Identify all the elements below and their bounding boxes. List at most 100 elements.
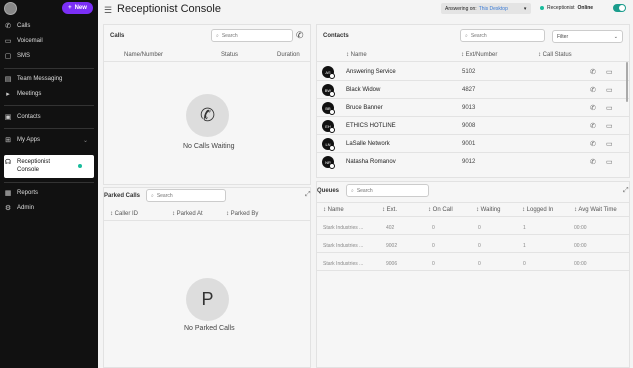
- header: ☰ Receptionist Console Answering on: Thi…: [98, 0, 633, 20]
- search-icon: ⌕: [465, 32, 468, 39]
- calls-search[interactable]: ⌕: [211, 29, 293, 42]
- col-waiting[interactable]: ↕ Waiting: [476, 207, 500, 213]
- phone-icon[interactable]: ✆: [590, 104, 596, 112]
- team-messaging-icon: ▤: [4, 76, 12, 83]
- col-duration[interactable]: Duration: [277, 52, 300, 58]
- parked-search[interactable]: ⌕: [146, 189, 226, 202]
- col-status[interactable]: Status: [221, 52, 238, 58]
- col-caller-id[interactable]: ↕ Caller ID: [110, 211, 138, 217]
- avatar: AS: [322, 66, 335, 79]
- chevron-down-icon: ▾: [523, 5, 527, 12]
- phone-icon[interactable]: ✆: [590, 158, 596, 166]
- message-icon[interactable]: ▭: [606, 158, 613, 166]
- contact-row[interactable]: AS Answering Service 5102 ✆ ▭: [318, 63, 628, 81]
- expand-icon[interactable]: ⤢: [305, 191, 311, 199]
- user-avatar[interactable]: [4, 2, 17, 15]
- calls-search-input[interactable]: [221, 32, 292, 39]
- sidebar: + New ✆ Calls ▭ Voicemail ▢ SMS ▤ Team Messag…: [0, 0, 98, 368]
- avatar: EH: [322, 120, 335, 133]
- parked-p-icon: P: [186, 278, 229, 321]
- sidebar-item-label: Receptionist Console: [17, 159, 51, 173]
- message-icon[interactable]: ▭: [606, 140, 613, 148]
- sidebar-item-admin[interactable]: ⚙ Admin: [4, 201, 94, 215]
- sidebar-item-team-messaging[interactable]: ▤ Team Messaging: [4, 72, 94, 86]
- contact-row[interactable]: NR Natasha Romanov 9012 ✆ ▭: [318, 153, 628, 171]
- no-calls-text: No Calls Waiting: [183, 143, 235, 150]
- phone-icon: ✆: [5, 23, 11, 30]
- video-icon: ▸: [6, 91, 10, 98]
- app-root: + New ✆ Calls ▭ Voicemail ▢ SMS ▤ Team Messag…: [0, 0, 633, 368]
- calls-title: Calls: [110, 33, 125, 39]
- col-on-call[interactable]: ↕ On Call: [428, 207, 453, 213]
- filter-dropdown[interactable]: Filter ⌄: [552, 30, 623, 43]
- col-queue-name[interactable]: ↕ Name: [323, 207, 344, 213]
- sidebar-divider: [4, 105, 94, 106]
- search-icon: ⌕: [151, 192, 154, 199]
- contacts-search[interactable]: ⌕: [460, 29, 545, 42]
- phone-icon[interactable]: ✆: [590, 68, 596, 76]
- divider: [317, 216, 629, 217]
- plus-icon: +: [68, 5, 72, 11]
- receptionist-status: Receptionist Online: [540, 5, 593, 11]
- col-ext-number[interactable]: ↕ Ext/Number: [461, 52, 497, 58]
- search-icon: ⌕: [351, 187, 354, 194]
- message-icon[interactable]: ▭: [606, 122, 613, 130]
- chevron-down-icon: ⌄: [613, 33, 618, 40]
- new-button[interactable]: + New: [62, 2, 93, 14]
- expand-icon[interactable]: ⤢: [623, 187, 629, 195]
- sidebar-item-contacts[interactable]: ▣ Contacts: [4, 110, 94, 124]
- sidebar-item-voicemail[interactable]: ▭ Voicemail: [4, 34, 94, 48]
- col-name-number[interactable]: Name/Number: [124, 52, 163, 58]
- queues-search-input[interactable]: [356, 187, 428, 194]
- menu-icon[interactable]: ☰: [104, 5, 112, 16]
- col-parked-at[interactable]: ↕ Parked At: [172, 211, 203, 217]
- contact-row[interactable]: EH ETHICS HOTLINE 9008 ✆ ▭: [318, 117, 628, 135]
- contacts-scrollbar[interactable]: [626, 62, 628, 102]
- col-ext[interactable]: ↕ Ext.: [382, 207, 397, 213]
- apps-icon: ⊞: [5, 137, 11, 144]
- queues-title: Queues: [317, 188, 340, 194]
- sidebar-divider: [4, 182, 94, 183]
- sidebar-item-my-apps[interactable]: ⊞ My Apps ⌄: [4, 133, 94, 147]
- col-logged-in[interactable]: ↕ Logged In: [522, 207, 553, 213]
- col-parked-by[interactable]: ↕ Parked By: [226, 211, 258, 217]
- queues-search[interactable]: ⌕: [346, 184, 429, 197]
- divider: [317, 270, 629, 271]
- message-icon[interactable]: ▭: [606, 104, 613, 112]
- phone-icon[interactable]: ✆: [590, 86, 596, 94]
- divider: [317, 234, 629, 235]
- message-icon[interactable]: ▭: [606, 68, 613, 76]
- reports-icon: ▦: [4, 190, 12, 197]
- sidebar-item-meetings[interactable]: ▸ Meetings: [4, 87, 94, 101]
- sidebar-divider: [4, 68, 94, 69]
- sidebar-item-sms[interactable]: ▢ SMS: [4, 49, 94, 63]
- sidebar-divider: [4, 128, 94, 129]
- dialpad-phone-icon[interactable]: ✆: [296, 30, 304, 41]
- parked-calls-title: Parked Calls: [104, 193, 141, 199]
- message-icon[interactable]: ▭: [606, 86, 613, 94]
- parked-search-input[interactable]: [156, 192, 225, 199]
- online-dot: [540, 6, 544, 10]
- online-toggle[interactable]: [613, 4, 626, 12]
- divider: [317, 252, 629, 253]
- search-icon: ⌕: [216, 32, 219, 39]
- no-parked-calls-text: No Parked Calls: [184, 325, 235, 332]
- chevron-down-icon: ⌄: [82, 137, 88, 144]
- answering-on-selector[interactable]: Answering on: This Desktop ▾: [441, 3, 531, 14]
- contacts-icon: ▣: [4, 114, 12, 121]
- contacts-search-input[interactable]: [470, 32, 544, 39]
- admin-icon: ⚙: [4, 205, 12, 212]
- contact-row[interactable]: LN LaSalle Network 9001 ✆ ▭: [318, 135, 628, 153]
- sidebar-item-reports[interactable]: ▦ Reports: [4, 186, 94, 200]
- sidebar-item-receptionist-console[interactable]: ☊ Receptionist Console: [4, 155, 94, 178]
- sidebar-item-calls[interactable]: ✆ Calls: [4, 19, 94, 33]
- col-avg-wait-time[interactable]: ↕ Avg Wait Time: [574, 207, 617, 213]
- sms-icon: ▢: [4, 53, 12, 60]
- contact-row[interactable]: BW Black Widow 4827 ✆ ▭: [318, 81, 628, 99]
- contact-row[interactable]: BB Bruce Banner 9013 ✆ ▭: [318, 99, 628, 117]
- phone-icon[interactable]: ✆: [590, 140, 596, 148]
- col-call-status[interactable]: ↕ Call Status: [538, 52, 572, 58]
- avatar: BW: [322, 84, 335, 97]
- col-name[interactable]: ↕ Name: [346, 52, 367, 58]
- phone-icon[interactable]: ✆: [590, 122, 596, 130]
